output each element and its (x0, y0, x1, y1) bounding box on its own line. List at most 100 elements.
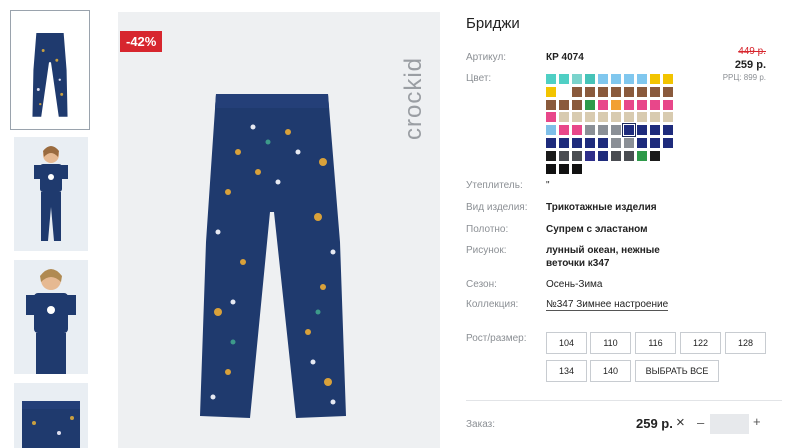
pattern-value-line1: лунный океан, нежные (546, 245, 660, 256)
thumbnail-4-pants-detail[interactable] (14, 383, 88, 448)
color-swatch[interactable] (546, 99, 556, 110)
old-price: 449 р. (738, 46, 766, 57)
color-swatch[interactable] (546, 112, 556, 123)
color-swatch[interactable] (598, 150, 608, 161)
color-swatch[interactable] (559, 138, 569, 148)
color-swatch[interactable] (637, 86, 647, 97)
color-swatch[interactable] (611, 138, 621, 148)
pants-image (32, 32, 68, 117)
color-swatch[interactable] (663, 125, 673, 136)
color-swatch[interactable] (585, 99, 595, 110)
color-swatch[interactable] (611, 86, 621, 97)
color-swatch[interactable] (663, 86, 673, 97)
color-swatch[interactable] (611, 150, 621, 161)
color-swatch[interactable] (611, 74, 621, 84)
color-swatch[interactable] (572, 163, 582, 174)
color-swatch[interactable] (622, 123, 636, 138)
color-swatch[interactable] (572, 125, 582, 136)
color-swatch[interactable] (546, 138, 556, 148)
color-swatch[interactable] (624, 112, 634, 123)
color-swatch[interactable] (650, 74, 660, 84)
size-button-128[interactable]: 128 (725, 332, 766, 354)
color-swatch[interactable] (572, 112, 582, 123)
color-swatch[interactable] (559, 74, 569, 84)
insulation-value: " (546, 180, 550, 191)
color-swatch[interactable] (559, 125, 569, 136)
thumbnail-1-pants[interactable] (10, 10, 90, 130)
color-swatch[interactable] (546, 150, 556, 161)
color-swatch[interactable] (650, 138, 660, 148)
color-swatch[interactable] (650, 86, 660, 97)
color-swatch[interactable] (572, 86, 582, 97)
collection-link[interactable]: №347 Зимнее настроение (546, 299, 669, 311)
quantity-decrease-button[interactable]: – (697, 415, 704, 430)
brand-logo: crockid (400, 30, 430, 140)
color-swatch[interactable] (663, 138, 673, 148)
color-swatch[interactable] (663, 112, 673, 123)
thumbnail-3-child[interactable] (14, 260, 88, 374)
color-swatch[interactable] (637, 112, 647, 123)
product-type-label: Вид изделия: (466, 202, 528, 213)
color-swatch[interactable] (650, 150, 660, 161)
quantity-input[interactable] (710, 414, 749, 434)
color-swatch[interactable] (572, 74, 582, 84)
thumbnail-2-child[interactable] (14, 137, 88, 251)
color-swatch[interactable] (559, 150, 569, 161)
color-swatch[interactable] (585, 125, 595, 136)
select-all-sizes-button[interactable]: ВЫБРАТЬ ВСЕ (635, 360, 719, 382)
pants-detail-image (14, 383, 88, 448)
color-swatch[interactable] (624, 138, 634, 148)
color-swatch[interactable] (624, 150, 634, 161)
color-swatch[interactable] (637, 138, 647, 148)
color-swatch[interactable] (598, 138, 608, 148)
collection-label: Коллекция: (466, 299, 519, 310)
color-swatch[interactable] (572, 138, 582, 148)
color-swatch[interactable] (637, 125, 647, 136)
color-swatch[interactable] (650, 112, 660, 123)
color-swatch[interactable] (624, 99, 634, 110)
color-swatch[interactable] (650, 99, 660, 110)
fabric-value: Супрем с эластаном (546, 224, 648, 235)
color-swatch[interactable] (598, 86, 608, 97)
color-swatch[interactable] (663, 99, 673, 110)
pattern-label: Рисунок: (466, 245, 507, 256)
quantity-increase-button[interactable]: + (753, 414, 761, 429)
remove-order-button[interactable]: × (676, 414, 685, 431)
color-swatch[interactable] (559, 99, 569, 110)
color-swatch[interactable] (611, 99, 621, 110)
size-button-134[interactable]: 134 (546, 360, 587, 382)
color-swatch[interactable] (598, 125, 608, 136)
color-swatch[interactable] (585, 150, 595, 161)
size-button-122[interactable]: 122 (680, 332, 721, 354)
color-swatch[interactable] (637, 150, 647, 161)
size-button-104[interactable]: 104 (546, 332, 587, 354)
color-swatch[interactable] (546, 163, 556, 174)
color-swatch[interactable] (546, 125, 556, 136)
color-swatch[interactable] (637, 99, 647, 110)
color-swatch[interactable] (611, 112, 621, 123)
color-swatch[interactable] (559, 112, 569, 123)
color-swatch[interactable] (546, 86, 556, 97)
size-button-116[interactable]: 116 (635, 332, 676, 354)
color-swatch[interactable] (598, 112, 608, 123)
color-swatch[interactable] (611, 125, 621, 136)
color-swatch[interactable] (559, 163, 569, 174)
brand-name: crockid (400, 56, 427, 140)
article-label: Артикул: (466, 52, 507, 63)
size-button-140[interactable]: 140 (590, 360, 631, 382)
color-swatch[interactable] (572, 150, 582, 161)
color-swatch[interactable] (598, 99, 608, 110)
color-swatch[interactable] (585, 86, 595, 97)
color-swatch[interactable] (598, 74, 608, 84)
color-swatch[interactable] (637, 74, 647, 84)
color-swatch[interactable] (624, 86, 634, 97)
color-swatch[interactable] (650, 125, 660, 136)
color-swatch[interactable] (624, 74, 634, 84)
color-swatch[interactable] (585, 138, 595, 148)
color-swatch[interactable] (585, 112, 595, 123)
size-button-110[interactable]: 110 (590, 332, 631, 354)
color-swatch[interactable] (585, 74, 595, 84)
color-swatch[interactable] (546, 74, 556, 84)
color-swatch[interactable] (572, 99, 582, 110)
color-swatch[interactable] (663, 74, 673, 84)
